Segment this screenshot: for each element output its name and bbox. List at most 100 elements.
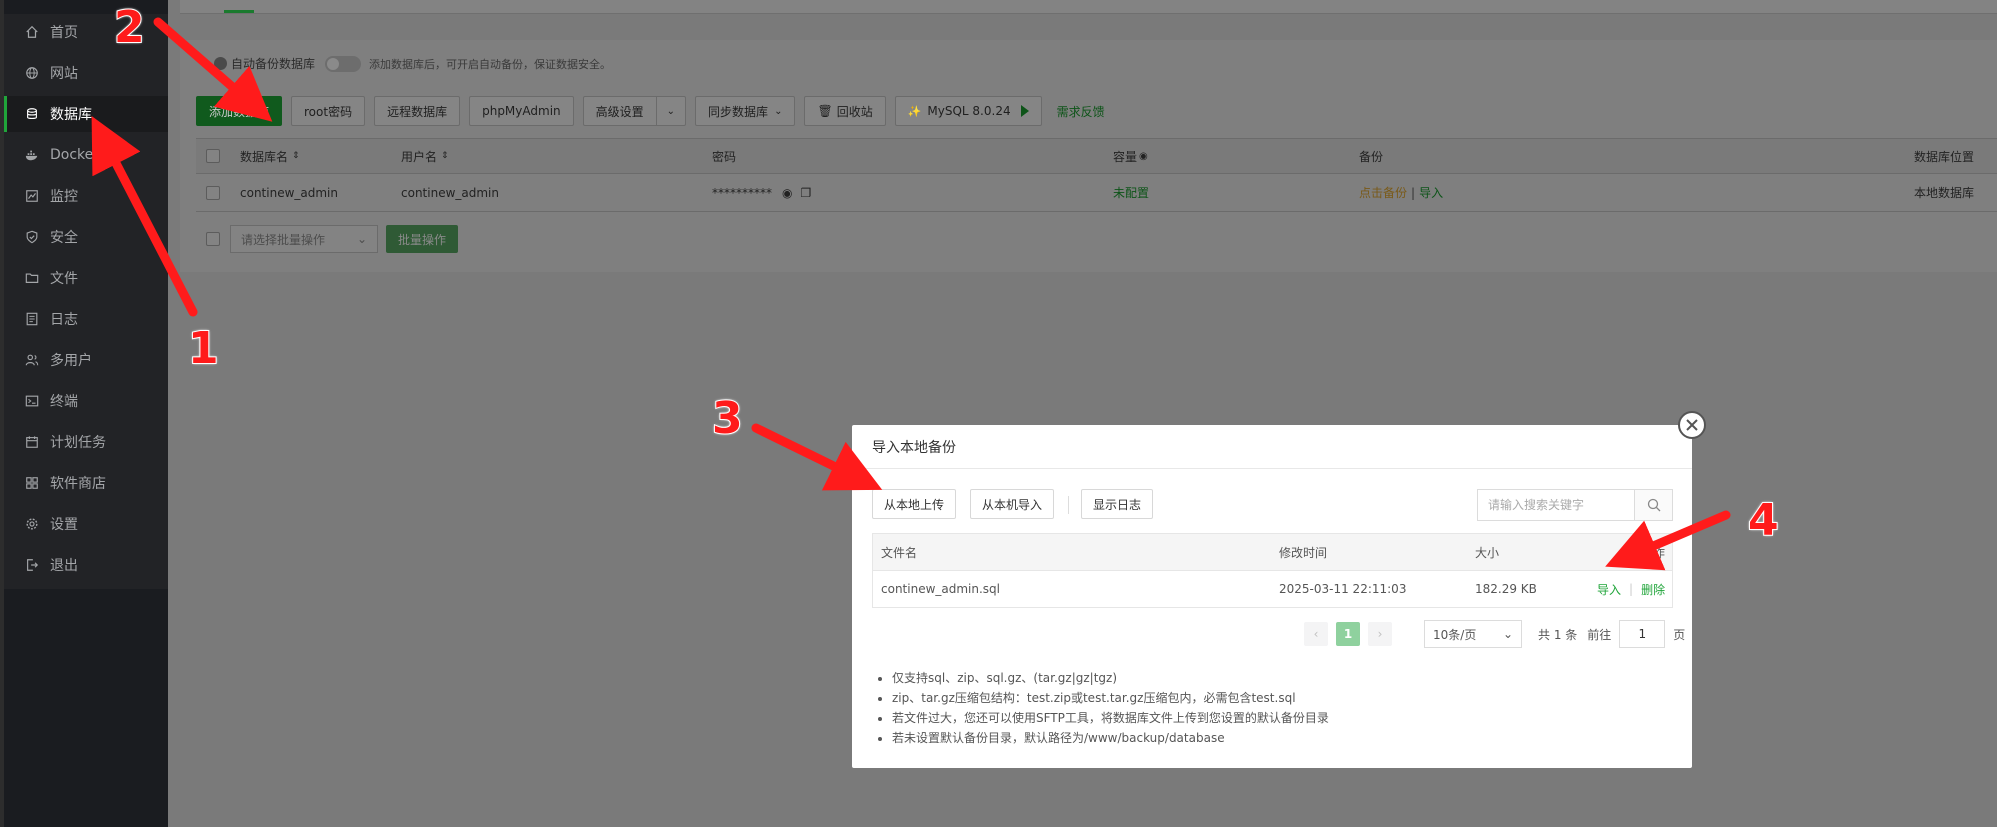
note-item: 若未设置默认备份目录，默认路径为/www/backup/database bbox=[892, 728, 1329, 748]
sync-database-label: 同步数据库 bbox=[708, 104, 769, 119]
sidebar-item-database[interactable]: 数据库 bbox=[4, 96, 168, 132]
row-checkbox[interactable] bbox=[206, 174, 220, 211]
sidebar-item-logout[interactable]: 退出 bbox=[4, 547, 168, 583]
import-from-server-button[interactable]: 从本机导入 bbox=[970, 489, 1055, 519]
advanced-settings-button[interactable]: 高级设置 ⌄ bbox=[582, 96, 687, 126]
gear-icon bbox=[24, 516, 40, 532]
sidebar-item-appstore[interactable]: 软件商店 bbox=[4, 465, 168, 501]
ops-cell: 导入 | 删除 bbox=[1597, 571, 1665, 607]
upload-local-button[interactable]: 从本地上传 bbox=[872, 489, 957, 519]
col-capacity: 容量 ◉ bbox=[1113, 139, 1148, 173]
import-notes: 仅支持sql、zip、sql.gz、(tar.gz|gz|tgz) zip、ta… bbox=[892, 668, 1329, 748]
page-number[interactable]: 1 bbox=[1336, 622, 1360, 646]
sidebar-item-settings[interactable]: 设置 bbox=[4, 506, 168, 542]
chevron-down-icon[interactable]: ⌄ bbox=[667, 106, 675, 117]
separator: | bbox=[1629, 582, 1634, 596]
table-header: 文件名 修改时间 大小 操作 bbox=[873, 534, 1672, 571]
location-cell: 本地数据库 bbox=[1914, 186, 1975, 200]
note-item: 仅支持sql、zip、sql.gz、(tar.gz|gz|tgz) bbox=[892, 668, 1329, 688]
mtime-cell: 2025-03-11 22:11:03 bbox=[1279, 582, 1407, 596]
batch-select-placeholder: 请选择批量操作 bbox=[241, 232, 326, 247]
globe-icon bbox=[24, 65, 40, 81]
sidebar-item-label: 软件商店 bbox=[50, 476, 106, 492]
sidebar-item-label: 设置 bbox=[50, 517, 78, 533]
page-size-select[interactable]: 10条/页 ⌄ bbox=[1424, 620, 1522, 648]
col-username[interactable]: 用户名 ⇕ bbox=[401, 139, 449, 173]
col-label: 数据库名 bbox=[240, 149, 289, 164]
search-button[interactable] bbox=[1634, 490, 1672, 520]
backup-link[interactable]: 点击备份 bbox=[1359, 184, 1407, 201]
close-button[interactable] bbox=[1678, 411, 1706, 439]
total-count: 共 1 条 bbox=[1538, 627, 1578, 642]
import-link[interactable]: 导入 bbox=[1419, 184, 1443, 201]
sidebar-item-security[interactable]: 安全 bbox=[4, 219, 168, 255]
sidebar-item-cron[interactable]: 计划任务 bbox=[4, 424, 168, 460]
sidebar-item-label: 数据库 bbox=[50, 107, 92, 123]
recycle-bin-button[interactable]: 🗑 回收站 bbox=[804, 96, 886, 126]
import-backup-modal: 导入本地备份 从本地上传 从本机导入 显示日志 文件名 修改时间 大小 操作 c… bbox=[852, 411, 1706, 768]
sidebar-item-multiuser[interactable]: 多用户 bbox=[4, 342, 168, 378]
import-file-link[interactable]: 导入 bbox=[1597, 581, 1621, 598]
username-cell: continew_admin bbox=[401, 185, 499, 200]
select-all-checkbox[interactable] bbox=[206, 139, 220, 173]
remote-database-button[interactable]: 远程数据库 bbox=[374, 96, 461, 126]
sidebar-item-label: 首页 bbox=[50, 25, 78, 41]
monitor-icon bbox=[24, 188, 40, 204]
recycle-bin-label: 回收站 bbox=[836, 104, 873, 119]
table-row: continew_admin.sql 2025-03-11 22:11:03 1… bbox=[873, 571, 1672, 607]
root-password-button[interactable]: root密码 bbox=[291, 96, 366, 126]
sidebar-item-docker[interactable]: Docker bbox=[4, 137, 168, 173]
goto-page-input[interactable]: 1 bbox=[1619, 620, 1666, 648]
batch-button[interactable]: 批量操作 bbox=[386, 225, 459, 253]
help-icon bbox=[214, 57, 227, 70]
eye-icon[interactable]: ◉ bbox=[782, 186, 792, 200]
sort-icon: ⇕ bbox=[441, 151, 449, 161]
sidebar-item-monitor[interactable]: 监控 bbox=[4, 178, 168, 214]
sidebar-item-website[interactable]: 网站 bbox=[4, 55, 168, 91]
auto-backup-toggle[interactable] bbox=[325, 55, 362, 72]
play-icon bbox=[1020, 105, 1029, 117]
sidebar-item-label: 日志 bbox=[50, 312, 78, 328]
capacity-cell[interactable]: 未配置 bbox=[1113, 174, 1149, 211]
apps-icon bbox=[24, 475, 40, 491]
filename-cell: continew_admin.sql bbox=[881, 582, 1001, 596]
users-icon bbox=[24, 352, 40, 368]
sync-database-button[interactable]: 同步数据库 ⌄ bbox=[695, 96, 796, 126]
chevron-down-icon: ⌄ bbox=[356, 232, 367, 246]
feedback-link[interactable]: 需求反馈 bbox=[1057, 103, 1105, 120]
prev-page-button[interactable]: ‹ bbox=[1304, 622, 1328, 646]
show-log-button[interactable]: 显示日志 bbox=[1081, 489, 1154, 519]
auto-backup-hint: 添加数据库后，可开启自动备份，保证数据安全。 bbox=[369, 57, 612, 71]
sidebar-item-label: 监控 bbox=[50, 189, 78, 205]
copy-icon[interactable]: ❐ bbox=[800, 186, 811, 200]
col-db-name[interactable]: 数据库名 ⇕ bbox=[240, 139, 300, 173]
search-input[interactable] bbox=[1478, 490, 1634, 520]
sidebar-item-terminal[interactable]: 终端 bbox=[4, 383, 168, 419]
sidebar-item-logs[interactable]: 日志 bbox=[4, 301, 168, 337]
next-page-button[interactable]: › bbox=[1368, 622, 1392, 646]
delete-file-link[interactable]: 删除 bbox=[1641, 581, 1665, 598]
password-cell: ********** ◉ ❐ bbox=[712, 174, 811, 211]
shield-icon bbox=[24, 229, 40, 245]
mysql-version-button[interactable]: ✨ MySQL 8.0.24 bbox=[894, 96, 1042, 126]
annotation-number: 4 bbox=[1747, 494, 1780, 547]
note-item: 若文件过大，您还可以使用SFTP工具，将数据库文件上传到您设置的默认备份目录 bbox=[892, 708, 1329, 728]
size-cell: 182.29 KB bbox=[1475, 582, 1537, 596]
sidebar-item-files[interactable]: 文件 bbox=[4, 260, 168, 296]
note-item: zip、tar.gz压缩包结构：test.zip或test.tar.gz压缩包内… bbox=[892, 688, 1329, 708]
log-icon bbox=[24, 311, 40, 327]
mysql-version-label: MySQL 8.0.24 bbox=[927, 104, 1011, 118]
phpmyadmin-button[interactable]: phpMyAdmin bbox=[469, 96, 574, 126]
advanced-settings-label: 高级设置 bbox=[595, 104, 644, 119]
sidebar-item-label: 终端 bbox=[50, 394, 78, 410]
auto-backup-label: 自动备份数据库 bbox=[231, 57, 316, 71]
eye-icon[interactable]: ◉ bbox=[1139, 151, 1148, 162]
password-mask: ********** bbox=[712, 185, 772, 200]
auto-backup-row: 自动备份数据库 添加数据库后，可开启自动备份，保证数据安全。 bbox=[214, 55, 611, 72]
batch-select[interactable]: 请选择批量操作 ⌄ bbox=[230, 225, 378, 253]
home-icon bbox=[24, 24, 40, 40]
batch-checkbox[interactable] bbox=[206, 232, 220, 246]
goto-label: 前往 bbox=[1587, 627, 1612, 642]
split-divider bbox=[655, 97, 657, 125]
add-database-button[interactable]: 添加数据库 bbox=[196, 96, 283, 126]
